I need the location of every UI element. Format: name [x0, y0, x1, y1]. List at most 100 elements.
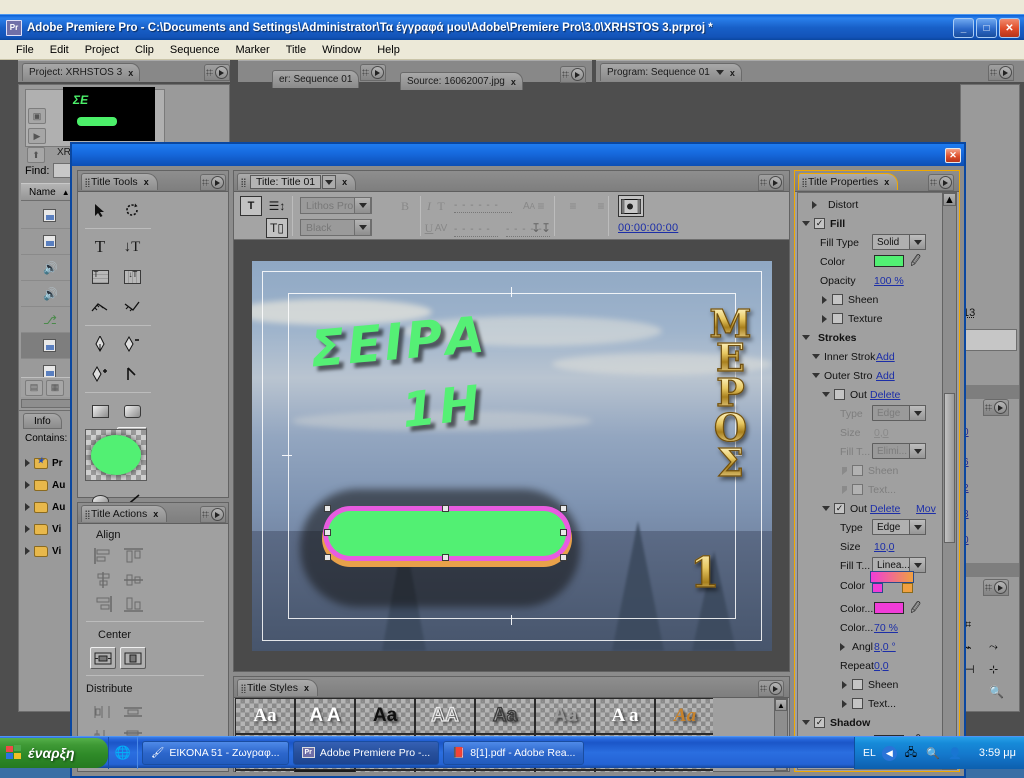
title-style-cell[interactable]: Aa	[235, 770, 295, 772]
title-style-cell[interactable]: Aa	[355, 770, 415, 772]
font-style-select[interactable]: Black	[300, 219, 372, 236]
property-checkbox[interactable]	[852, 484, 863, 495]
resize-handle-tl[interactable]	[323, 504, 331, 512]
title-style-cell[interactable]: A A	[295, 698, 355, 734]
parent-bin-button[interactable]: ⬆	[27, 147, 45, 163]
property-row[interactable]: ✓ Fill	[798, 214, 942, 233]
selected-rounded-rectangle[interactable]	[327, 510, 566, 556]
chevron-right-icon[interactable]	[25, 481, 30, 489]
property-checkbox[interactable]	[852, 679, 863, 690]
title-text-number[interactable]: 1	[690, 547, 720, 597]
menu-sequence[interactable]: Sequence	[162, 42, 228, 58]
chevron-right-icon[interactable]	[840, 642, 845, 651]
title-text-line2[interactable]: 1Η	[399, 374, 486, 438]
resize-handle-ml[interactable]	[323, 528, 331, 536]
align-vertical-center-button[interactable]	[120, 569, 146, 591]
quick-launch-icon[interactable]: 🌐	[108, 736, 138, 769]
chevron-right-icon[interactable]	[822, 314, 827, 323]
color-swatch-preview[interactable]	[85, 429, 147, 481]
source-panel-menu[interactable]	[560, 66, 586, 83]
title-properties-panel-menu[interactable]	[928, 174, 954, 191]
property-row[interactable]: Color 🖉	[798, 252, 942, 271]
roll-crawl-options-button[interactable]: ☰↕	[266, 196, 288, 216]
track-select-icon[interactable]: ⊹	[989, 663, 998, 676]
chevron-right-icon[interactable]	[822, 295, 827, 304]
chevron-down-icon[interactable]	[909, 405, 926, 421]
icon-view-button[interactable]: ▦	[46, 379, 64, 396]
chevron-right-icon[interactable]	[842, 485, 847, 494]
poster-frame-button[interactable]: ▣	[28, 108, 46, 124]
eyedropper-icon[interactable]: 🖉	[908, 598, 923, 619]
menu-project[interactable]: Project	[77, 42, 127, 58]
tab-program-monitor[interactable]: Program: Sequence 01 x	[600, 63, 742, 81]
scroll-up-button[interactable]: ▲	[943, 193, 956, 206]
zoom-icon[interactable]: 🔍	[989, 685, 1004, 699]
path-type-tool[interactable]	[85, 293, 115, 321]
menu-file[interactable]: File	[8, 42, 42, 58]
property-row[interactable]: Sheen	[798, 461, 942, 480]
baseline-shift-icon[interactable]: ↧↧	[530, 218, 552, 238]
property-row[interactable]: Repeat 0,0	[798, 656, 942, 675]
title-text-vertical[interactable]: Μ Ε Ρ Ο Σ	[709, 303, 752, 482]
align-bottom-button[interactable]	[120, 593, 146, 615]
list-item[interactable]: Vi	[25, 541, 61, 561]
center-vertically-button[interactable]	[120, 647, 146, 669]
property-row[interactable]: Sheen	[798, 675, 942, 694]
list-item[interactable]: Au	[25, 475, 65, 495]
list-item[interactable]: Au	[25, 497, 65, 517]
user-icon[interactable]: 👤	[947, 745, 963, 761]
property-value[interactable]: 8,0 °	[874, 641, 896, 653]
program-panel-menu[interactable]	[988, 64, 1014, 81]
monitor-panel-menu[interactable]	[360, 64, 386, 81]
panel-menu-button[interactable]	[983, 399, 1009, 416]
property-row[interactable]: Texture	[798, 309, 942, 328]
chevron-down-icon[interactable]	[354, 219, 371, 236]
close-button[interactable]: ✕	[999, 18, 1020, 38]
color-swatch[interactable]	[874, 602, 904, 614]
rotation-tool[interactable]	[117, 196, 147, 224]
chevron-down-icon[interactable]	[802, 335, 810, 340]
property-checkbox[interactable]	[834, 389, 845, 400]
menu-edit[interactable]: Edit	[42, 42, 77, 58]
title-style-cell[interactable]: Aa	[535, 698, 595, 734]
property-row[interactable]: Fill Type Solid	[798, 233, 942, 252]
chevron-right-icon[interactable]	[842, 699, 847, 708]
property-value[interactable]: 70 %	[874, 622, 898, 634]
network-icon[interactable]: 🖧	[903, 745, 919, 761]
property-checkbox[interactable]	[852, 698, 863, 709]
gradient-stop-start[interactable]	[872, 583, 883, 593]
property-row[interactable]: Size 10,0	[798, 537, 942, 556]
convert-anchor-point-tool[interactable]	[117, 360, 147, 388]
property-select[interactable]: Elimi...	[872, 443, 926, 459]
show-video-button[interactable]	[618, 195, 644, 217]
video-timecode[interactable]: 00:00:00:00	[618, 222, 678, 234]
chevron-right-icon[interactable]	[842, 680, 847, 689]
selection-tool[interactable]	[85, 196, 115, 224]
title-actions-panel-menu[interactable]	[200, 506, 226, 523]
taskbar-button-acrobat[interactable]: 📕 8[1].pdf - Adobe Rea...	[443, 740, 585, 765]
tab-title-properties-close[interactable]: x	[884, 177, 889, 187]
show-hidden-icons-button[interactable]: ◀	[881, 745, 897, 761]
tab-info[interactable]: Info	[23, 413, 62, 429]
current-fill-swatch[interactable]	[91, 435, 141, 475]
property-row[interactable]: Sheen	[798, 290, 942, 309]
chevron-down-icon[interactable]	[909, 443, 926, 459]
font-family-select[interactable]: Lithos Pro	[300, 197, 372, 214]
title-select-dropdown[interactable]	[322, 175, 337, 189]
property-checkbox[interactable]	[852, 465, 863, 476]
delete-link[interactable]: Delete	[870, 503, 900, 515]
property-row[interactable]: Text...	[798, 694, 942, 713]
property-value[interactable]: 0,0	[874, 660, 889, 672]
menu-clip[interactable]: Clip	[127, 42, 162, 58]
property-row[interactable]: Out Delete	[798, 385, 942, 404]
list-item[interactable]: Pr	[25, 453, 63, 473]
resize-handle-bc[interactable]	[441, 553, 449, 561]
area-type-tool[interactable]: T	[85, 263, 115, 291]
resize-handle-tr[interactable]	[559, 504, 567, 512]
vertical-path-type-tool[interactable]	[117, 293, 147, 321]
chevron-down-icon[interactable]	[354, 197, 371, 214]
tab-title-styles[interactable]: Title Styles x	[237, 679, 318, 696]
title-main-panel-menu[interactable]	[758, 174, 784, 191]
taskbar-button-paint[interactable]: 🖌 ΕΙΚΟΝΑ 51 - Ζωγραφ...	[142, 740, 289, 765]
video-frame[interactable]: ΣΕΙΡΑ 1Η Μ Ε Ρ Ο Σ 1	[251, 260, 772, 651]
